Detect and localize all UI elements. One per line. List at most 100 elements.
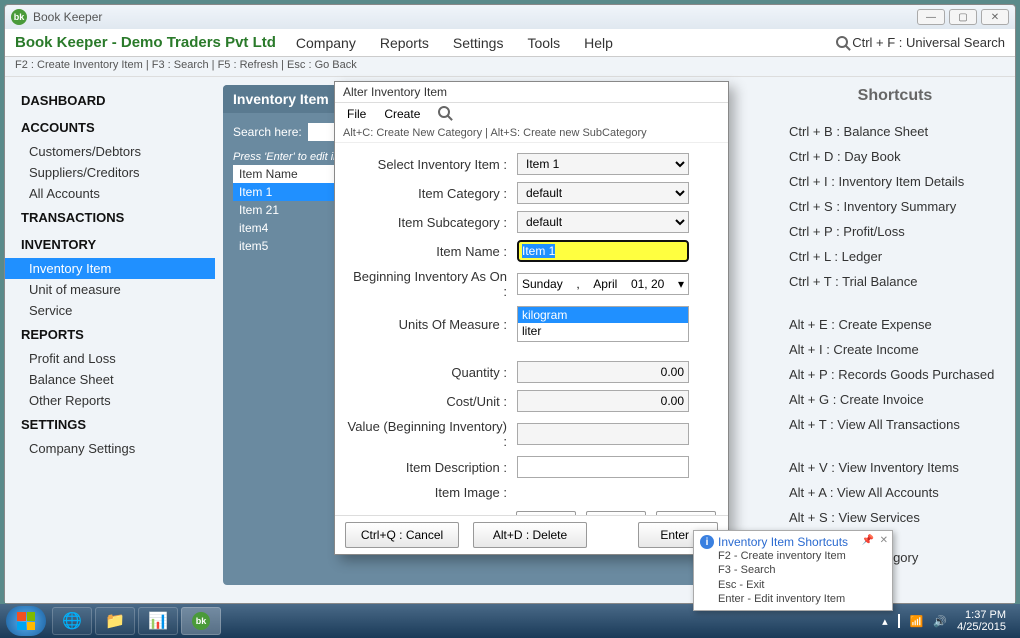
taskbar-clock[interactable]: 1:37 PM 4/25/2015 [957,609,1006,633]
sidebar-customers[interactable]: Customers/Debtors [5,141,215,162]
label-image: Item Image : [347,485,517,500]
label-subcategory: Item Subcategory : [347,215,517,230]
dialog-menu: File Create [335,103,728,124]
sidebar-company-settings[interactable]: Company Settings [5,438,215,459]
shortcut-item[interactable]: Ctrl + L : Ledger [789,244,1001,269]
shortcut-item[interactable]: Ctrl + P : Profit/Loss [789,219,1001,244]
header: Book Keeper - Demo Traders Pvt Ltd Compa… [5,29,1015,57]
sidebar-accounts[interactable]: ACCOUNTS [5,114,215,141]
tooltip-title: i Inventory Item Shortcuts [700,535,886,549]
label-value: Value (Beginning Inventory) : [347,419,517,449]
tray-volume-icon[interactable]: 🔊 [933,615,947,628]
tooltip-line: F2 - Create inventory Item [700,549,886,563]
menu-settings[interactable]: Settings [453,35,504,51]
select-category[interactable]: default [517,182,689,204]
shortcut-item[interactable]: Ctrl + S : Inventory Summary [789,194,1001,219]
cost-input[interactable] [517,390,689,412]
uom-listbox[interactable]: kilogram liter [517,306,689,342]
cancel-button[interactable]: Ctrl+Q : Cancel [345,522,459,548]
shortcut-item[interactable]: Alt + E : Create Expense [789,312,1001,337]
item-name-input[interactable] [517,240,689,262]
shortcut-item[interactable]: Alt + S : View Services [789,505,1001,530]
tray-network-icon[interactable]: 📶 [910,615,924,628]
taskbar-bookkeeper-icon[interactable]: bk [181,607,221,635]
label-select-item: Select Inventory Item : [347,157,517,172]
shortcut-help-bar: F2 : Create Inventory Item | F3 : Search… [5,57,1015,77]
search-icon[interactable] [438,106,450,121]
delete-button[interactable]: Alt+D : Delete [473,522,587,548]
system-tray: ▴ 📶 🔊 1:37 PM 4/25/2015 [882,609,1014,633]
tooltip-line: F3 - Search [700,563,886,577]
sidebar-service[interactable]: Service [5,300,215,321]
shortcut-item[interactable]: Alt + V : View Inventory Items [789,455,1001,480]
tooltip-line: Enter - Edit inventory Item [700,592,886,606]
info-icon: i [700,535,714,549]
shortcut-item[interactable]: Alt + T : View All Transactions [789,412,1001,437]
menu-company[interactable]: Company [296,35,356,51]
label-begin-inv: Beginning Inventory As On : [347,269,517,299]
sidebar-dashboard[interactable]: DASHBOARD [5,87,215,114]
sidebar-pl[interactable]: Profit and Loss [5,348,215,369]
search-here-label: Search here: [233,125,302,139]
beginning-date-picker[interactable]: Sunday, April 01, 20 ▾ [517,273,689,295]
date-month: April [593,277,617,291]
shortcut-item[interactable]: Ctrl + B : Balance Sheet [789,119,1001,144]
tray-chevron-icon[interactable]: ▴ [882,615,888,628]
quantity-input[interactable] [517,361,689,383]
shortcut-item[interactable]: Alt + A : View All Accounts [789,480,1001,505]
shortcut-item[interactable]: Alt + P : Records Goods Purchased [789,362,1001,387]
dialog-menu-file[interactable]: File [347,107,366,121]
sidebar-uom[interactable]: Unit of measure [5,279,215,300]
window-title: Book Keeper [33,10,913,24]
select-subcategory[interactable]: default [517,211,689,233]
search-hint-text: Ctrl + F : Universal Search [852,35,1005,50]
sidebar-all-accounts[interactable]: All Accounts [5,183,215,204]
close-icon[interactable]: ✕ [880,535,888,546]
maximize-button[interactable]: ▢ [949,9,977,25]
label-cost: Cost/Unit : [347,394,517,409]
date-day: Sunday [522,277,563,291]
menu-reports[interactable]: Reports [380,35,429,51]
select-inventory-item[interactable]: Item 1 [517,153,689,175]
alter-inventory-dialog: Alter Inventory Item File Create Alt+C: … [334,81,729,555]
description-input[interactable] [517,456,689,478]
shortcuts-tooltip: 📌 ✕ i Inventory Item Shortcuts F2 - Crea… [693,530,893,611]
sidebar-transactions[interactable]: TRANSACTIONS [5,204,215,231]
sidebar-settings[interactable]: SETTINGS [5,411,215,438]
start-button[interactable] [6,606,46,636]
universal-search[interactable]: Ctrl + F : Universal Search [836,35,1005,51]
brand: Book Keeper - Demo Traders Pvt Ltd [15,34,276,51]
taskbar-app1-icon[interactable]: 📊 [138,607,178,635]
uom-option[interactable]: kilogram [518,307,688,323]
dialog-menu-create[interactable]: Create [384,107,420,121]
shortcut-item[interactable]: Alt + I : Create Income [789,337,1001,362]
sidebar-inventory-item[interactable]: Inventory Item [5,258,215,279]
shortcut-item[interactable]: Ctrl + I : Inventory Item Details [789,169,1001,194]
menu-tools[interactable]: Tools [527,35,560,51]
menu-help[interactable]: Help [584,35,613,51]
dialog-title: Alter Inventory Item [335,82,728,103]
pin-icon[interactable]: 📌 [862,535,874,546]
close-button[interactable]: ✕ [981,9,1009,25]
shortcut-item[interactable]: Ctrl + T : Trial Balance [789,269,1001,294]
taskbar-explorer-icon[interactable]: 📁 [95,607,135,635]
taskbar-ie-icon[interactable]: 🌐 [52,607,92,635]
tray-action-center-icon[interactable] [898,615,900,627]
sidebar-inventory[interactable]: INVENTORY [5,231,215,258]
dialog-form: Select Inventory Item : Item 1 Item Cate… [335,143,728,515]
sidebar: DASHBOARD ACCOUNTS Customers/Debtors Sup… [5,77,215,603]
label-desc: Item Description : [347,460,517,475]
sidebar-reports[interactable]: REPORTS [5,321,215,348]
sidebar-other-reports[interactable]: Other Reports [5,390,215,411]
minimize-button[interactable]: — [917,9,945,25]
image-button-row: Browse View Delete [335,507,728,515]
sidebar-suppliers[interactable]: Suppliers/Creditors [5,162,215,183]
shortcut-item[interactable]: Ctrl + D : Day Book [789,144,1001,169]
chevron-down-icon: ▾ [678,277,684,291]
shortcut-item[interactable]: Alt + G : Create Invoice [789,387,1001,412]
titlebar: bk Book Keeper — ▢ ✕ [5,5,1015,29]
uom-option[interactable]: liter [518,323,688,339]
dialog-hint: Alt+C: Create New Category | Alt+S: Crea… [335,124,728,143]
sidebar-bs[interactable]: Balance Sheet [5,369,215,390]
shortcuts-title: Shortcuts [789,87,1001,105]
